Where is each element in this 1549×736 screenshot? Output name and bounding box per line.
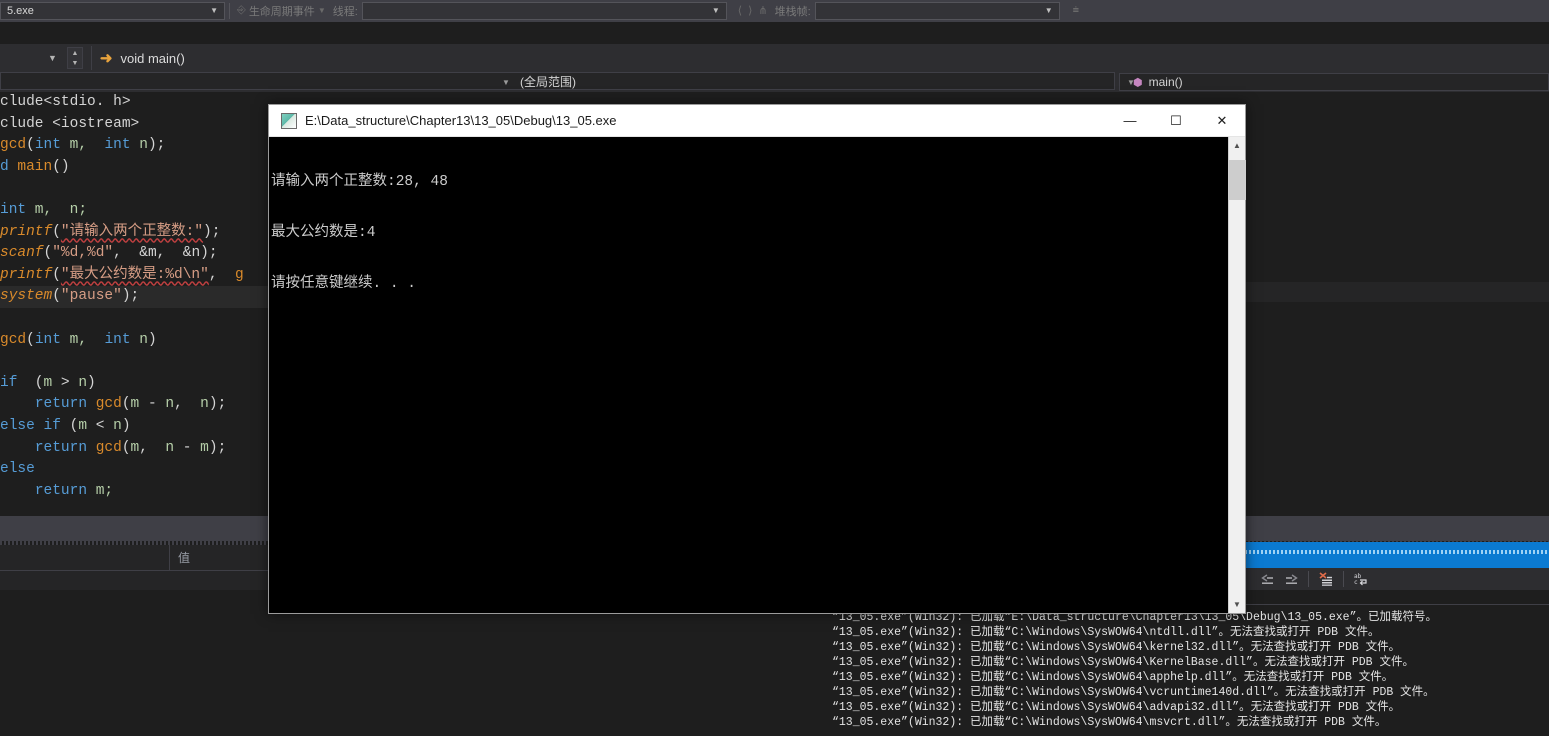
log-line: “13_05.exe”(Win32): 已加载“C:\Windows\SysWO… (832, 671, 1394, 684)
step-forward-icon[interactable]: ⟩ (745, 4, 755, 17)
step-back-icon[interactable]: ⟨ (735, 4, 745, 17)
minimize-button[interactable]: — (1107, 105, 1153, 137)
process-combo[interactable]: 5.exe ▼ (0, 1, 225, 20)
log-line: “13_05.exe”(Win32): 已加载“C:\Windows\SysWO… (832, 686, 1435, 699)
output-log[interactable]: “13_05.exe”(Win32): 已加载“E:\Data_structur… (820, 610, 1549, 736)
scrollbar-thumb[interactable] (1229, 160, 1246, 200)
console-line: 请输入两个正整数:28, 48 (271, 174, 448, 190)
scroll-down-icon[interactable]: ▼ (1229, 596, 1245, 613)
scroll-up-icon[interactable]: ▲ (1229, 137, 1245, 154)
log-line: “13_05.exe”(Win32): 已加载“C:\Windows\SysWO… (832, 701, 1401, 714)
log-line: “13_05.exe”(Win32): 已加载“C:\Windows\SysWO… (832, 716, 1387, 729)
stackframe-combo[interactable]: ▼ (814, 1, 1060, 20)
toolbar-gap (0, 22, 1549, 44)
output-toolbar-divider-2 (1343, 571, 1344, 587)
chevron-down-icon: ▼ (711, 6, 720, 15)
close-button[interactable]: ✕ (1199, 105, 1245, 137)
window-controls: — ☐ ✕ (1107, 105, 1245, 137)
stack-frame-icon[interactable]: ⋔ (755, 4, 770, 17)
console-title-bar[interactable]: E:\Data_structure\Chapter13\13_05\Debug\… (269, 105, 1245, 137)
lifecycle-icon[interactable]: ⎆ (234, 4, 249, 17)
chevron-down-icon: ▼ (1044, 6, 1053, 15)
vs-debug-window: 5.exe ▼ ⎆ 生命周期事件 ▼ 线程: ▼ ⟨ ⟩ ⋔ 堆栈帧: ▼ ⩧ … (0, 0, 1549, 736)
right-panel-bottom (1245, 302, 1549, 516)
scope-value-label: (全局范围) (520, 75, 576, 89)
current-function-label: void main() (120, 50, 185, 66)
spinner-down-icon[interactable]: ▼ (68, 58, 82, 68)
watch-col-name[interactable] (0, 545, 170, 570)
chevron-down-icon: ▼ (210, 6, 218, 15)
lifecycle-label: 生命周期事件 (248, 5, 315, 18)
output-toolbar-divider (1308, 571, 1309, 587)
svg-text:c: c (1354, 579, 1358, 586)
console-window[interactable]: E:\Data_structure\Chapter13\13_05\Debug\… (268, 104, 1246, 614)
console-app-icon (281, 112, 297, 129)
overflow-chevron-icon[interactable]: ⩧ (1070, 4, 1082, 17)
current-statement-arrow-icon: ➜ (99, 50, 113, 67)
member-value-label: main() (1148, 75, 1183, 89)
thread-label: 线程: (332, 5, 358, 18)
spinner-up-icon[interactable]: ▲ (68, 48, 82, 58)
maximize-icon: ☐ (1170, 112, 1182, 128)
member-selector[interactable] (1119, 73, 1549, 91)
lifecycle-chevron-down-icon[interactable]: ▼ (315, 6, 329, 15)
right-panel-splitter[interactable] (1245, 282, 1549, 302)
clear-all-button[interactable] (1314, 569, 1338, 589)
console-scrollbar[interactable]: ▲ ▼ (1228, 137, 1246, 613)
nav-chevron-down-icon[interactable]: ▼ (48, 53, 57, 63)
go-to-previous-message-button[interactable] (1255, 569, 1279, 589)
nav-spinner[interactable]: ▲ ▼ (66, 47, 83, 69)
output-selection-bar (1245, 542, 1549, 568)
log-line: “13_05.exe”(Win32): 已加载“C:\Windows\SysWO… (832, 656, 1414, 669)
log-line: “13_05.exe”(Win32): 已加载“C:\Windows\SysWO… (832, 626, 1380, 639)
editor-nav-bar: ▼ ▲ ▼ ➜ void main() (0, 44, 1549, 72)
scope-chevron-down-icon[interactable]: ▼ (497, 73, 515, 91)
member-value-wrap: ⬢ main() (1133, 73, 1183, 91)
console-line: 最大公约数是:4 (271, 225, 376, 241)
thread-combo[interactable]: ▼ (361, 1, 727, 20)
console-output: 请输入两个正整数:28, 48 最大公约数是:4 请按任意键继续. . . (269, 137, 1228, 613)
log-line: “13_05.exe”(Win32): 已加载“C:\Windows\SysWO… (832, 641, 1401, 654)
console-line: 请按任意键继续. . . (271, 276, 417, 292)
close-icon: ✕ (1216, 112, 1228, 128)
nav-divider (90, 46, 92, 70)
process-combo-value: 5.exe (7, 4, 34, 17)
scope-bar: ▼ (全局范围) ▼ ⬢ main() (0, 72, 1549, 92)
maximize-button[interactable]: ☐ (1153, 105, 1199, 137)
console-title-text: E:\Data_structure\Chapter13\13_05\Debug\… (305, 113, 617, 128)
method-icon: ⬢ (1133, 76, 1143, 89)
toolbar-divider-1 (229, 2, 230, 19)
debug-toolbar: 5.exe ▼ ⎆ 生命周期事件 ▼ 线程: ▼ ⟨ ⟩ ⋔ 堆栈帧: ▼ ⩧ (0, 0, 1549, 22)
output-selection-dots (1245, 550, 1549, 554)
go-to-next-message-button[interactable] (1279, 569, 1303, 589)
toggle-word-wrap-button[interactable]: ab c (1349, 569, 1373, 589)
console-body[interactable]: 请输入两个正整数:28, 48 最大公约数是:4 请按任意键继续. . . ▲ … (269, 137, 1246, 613)
scrollbar-track[interactable] (1229, 154, 1246, 596)
minimize-icon: — (1123, 113, 1137, 128)
stackframe-label: 堆栈帧: (774, 5, 811, 18)
output-toolbar: ab c (1245, 568, 1549, 590)
